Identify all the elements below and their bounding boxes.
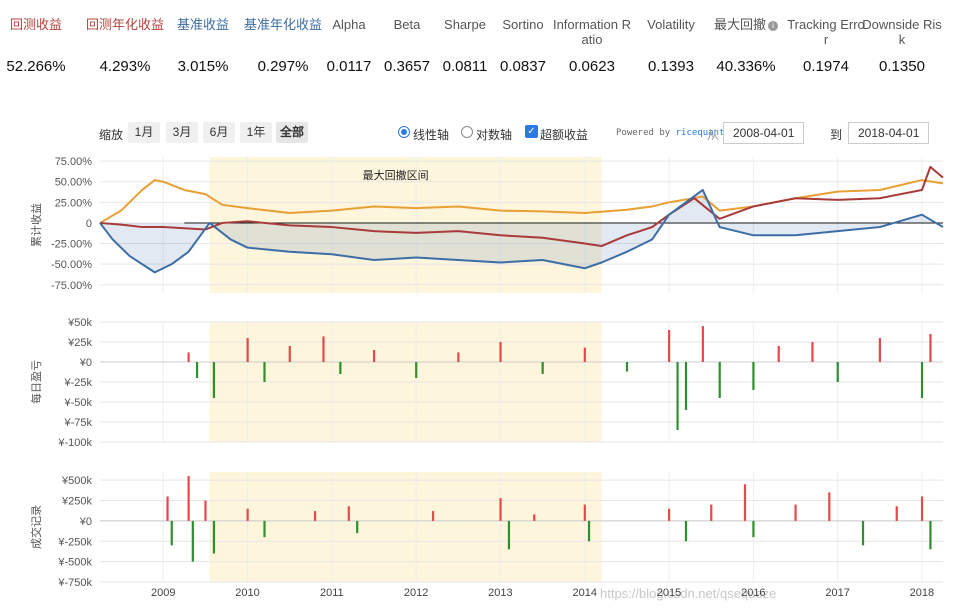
- drawdown-band: [209, 472, 602, 582]
- y-tick-label: ¥-500k: [57, 557, 92, 569]
- bar-positive: [811, 342, 814, 362]
- y-tick-label: 50.00%: [55, 177, 93, 189]
- x-tick-label: 2013: [488, 587, 512, 599]
- bar-positive: [828, 492, 831, 521]
- charts-svg: https://blog.csdn.net/qsequeze2009 2010 20…: [29, 156, 944, 601]
- bar-negative: [541, 362, 544, 374]
- bar-negative: [212, 520, 216, 554]
- bar-negative: [625, 362, 629, 372]
- y-tick-label: ¥-50k: [63, 397, 92, 409]
- y-tick-label: -50.00%: [51, 259, 92, 271]
- bar-positive: [499, 342, 502, 362]
- y-tick-label: 75.00%: [55, 156, 93, 168]
- bar-negative: [684, 520, 688, 542]
- bar-positive: [929, 334, 932, 362]
- y-tick-label: ¥-25k: [63, 377, 92, 389]
- x-tick-label: 2009: [151, 587, 175, 599]
- bar-positive: [668, 330, 671, 362]
- bar-positive: [583, 347, 586, 362]
- bar-negative: [920, 362, 924, 398]
- bar-positive: [878, 338, 881, 362]
- x-tick-label: 2015: [657, 587, 681, 599]
- bar-positive: [710, 504, 713, 521]
- bar-positive: [246, 338, 249, 362]
- bar-positive: [204, 500, 207, 521]
- y-tick-label: ¥-75k: [63, 417, 92, 429]
- y-tick-label: ¥-750k: [57, 577, 92, 589]
- y-tick-label: -25.00%: [51, 239, 92, 251]
- bar-positive: [777, 346, 780, 362]
- bar-negative: [339, 362, 342, 374]
- y-tick-label: ¥-100k: [57, 437, 92, 449]
- y-tick-label: ¥50k: [67, 317, 92, 329]
- y-tick-label: ¥0: [79, 357, 92, 369]
- bar-positive: [322, 336, 325, 362]
- x-tick-label: 2011: [320, 587, 344, 599]
- bar-negative: [718, 362, 721, 398]
- bar-negative: [263, 520, 266, 538]
- bar-positive: [313, 511, 317, 521]
- bar-positive: [288, 346, 291, 362]
- bar-negative: [170, 520, 173, 546]
- bar-negative: [191, 520, 194, 562]
- bar-positive: [743, 484, 747, 521]
- x-tick-label: 2014: [572, 587, 596, 599]
- y-tick-label: ¥250k: [61, 496, 92, 508]
- y-tick-label: ¥500k: [61, 475, 92, 487]
- bar-negative: [684, 362, 688, 410]
- y-tick-label: 25.00%: [55, 197, 93, 209]
- y-tick-label: -75.00%: [51, 280, 92, 292]
- y-tick-label: ¥-250k: [57, 536, 92, 548]
- x-tick-label: 2010: [235, 587, 259, 599]
- x-tick-label: 2017: [825, 587, 849, 599]
- bar-negative: [752, 362, 755, 390]
- x-tick-label: 2018: [910, 587, 934, 599]
- bar-positive: [533, 514, 536, 521]
- bar-positive: [794, 504, 797, 521]
- bar-negative: [507, 520, 511, 550]
- y-tick-label: ¥0: [79, 516, 92, 528]
- y-axis-title: 累计收益: [29, 203, 43, 247]
- bar-positive: [668, 508, 671, 521]
- bar-negative: [195, 362, 199, 378]
- y-axis-title: 成交记录: [29, 505, 43, 549]
- x-tick-label: 2016: [741, 587, 765, 599]
- bar-positive: [347, 506, 350, 521]
- bar-negative: [212, 362, 216, 398]
- bar-positive: [920, 496, 924, 521]
- bar-positive: [246, 508, 249, 521]
- bar-negative: [836, 362, 839, 382]
- bar-positive: [372, 350, 376, 362]
- bar-positive: [431, 511, 435, 521]
- bar-positive: [166, 496, 169, 521]
- bar-negative: [587, 520, 591, 542]
- bar-positive: [187, 476, 190, 521]
- y-axis-title: 每日盈亏: [29, 360, 43, 404]
- bar-negative: [263, 362, 266, 382]
- bar-negative: [415, 362, 418, 378]
- drawdown-annotation: 最大回撤区间: [363, 168, 429, 182]
- bar-negative: [356, 520, 359, 534]
- bar-positive: [457, 352, 460, 362]
- x-tick-label: 2012: [404, 587, 428, 599]
- bar-positive: [895, 506, 898, 521]
- y-tick-label: 0: [86, 218, 92, 230]
- bar-positive: [499, 498, 502, 521]
- bar-positive: [187, 352, 190, 362]
- bar-negative: [676, 362, 679, 430]
- bar-negative: [752, 520, 755, 538]
- bar-negative: [861, 520, 865, 546]
- bar-positive: [701, 326, 704, 362]
- bar-negative: [929, 520, 932, 550]
- y-tick-label: ¥25k: [67, 337, 92, 349]
- bar-positive: [583, 504, 586, 521]
